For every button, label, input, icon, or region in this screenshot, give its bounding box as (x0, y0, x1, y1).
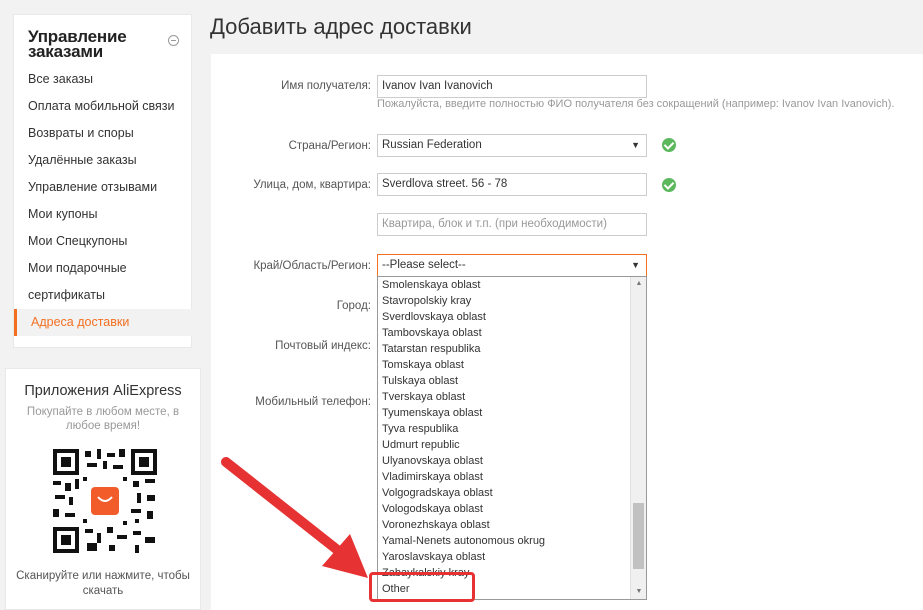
annotation-arrow-icon (221, 457, 368, 578)
